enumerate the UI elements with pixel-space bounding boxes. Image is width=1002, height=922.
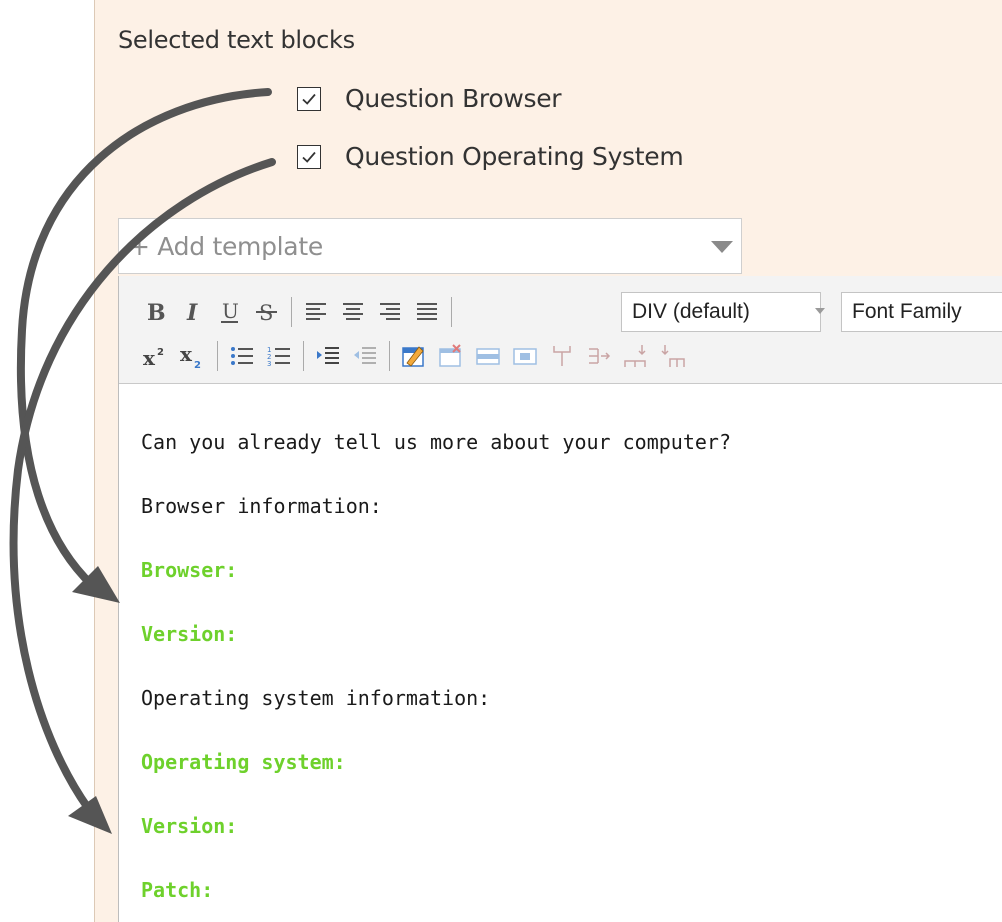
- block-format-value: DIV (default): [632, 300, 750, 323]
- delete-table-icon[interactable]: [434, 339, 468, 373]
- justify-icon[interactable]: [410, 295, 444, 329]
- text-block-label: Question Operating System: [345, 142, 684, 171]
- add-template-placeholder: + Add template: [129, 232, 323, 261]
- insert-row-above-icon[interactable]: [619, 339, 653, 373]
- insert-table-icon[interactable]: [397, 339, 431, 373]
- text-block-question-operating-system[interactable]: Question Operating System: [297, 142, 684, 171]
- placeholder-field-version: Version:: [141, 814, 238, 838]
- subscript-icon[interactable]: x2: [176, 339, 210, 373]
- svg-text:2: 2: [194, 360, 201, 369]
- placeholder-field-version: Version:: [141, 622, 238, 646]
- svg-text:2: 2: [157, 347, 164, 358]
- insert-column-after-icon[interactable]: [582, 339, 616, 373]
- italic-icon[interactable]: I: [176, 295, 210, 329]
- cell-properties-icon[interactable]: [508, 339, 542, 373]
- svg-text:x: x: [143, 346, 156, 369]
- text-block-label: Question Browser: [345, 84, 562, 113]
- split-cells-icon[interactable]: [545, 339, 579, 373]
- rich-text-editor[interactable]: B I U S: [118, 276, 1002, 922]
- superscript-icon[interactable]: x2: [139, 339, 173, 373]
- placeholder-field-browser: Browser:: [141, 558, 238, 582]
- checkbox-checked-icon[interactable]: [297, 144, 321, 169]
- toolbar-divider: [217, 341, 218, 371]
- toolbar-divider: [291, 297, 292, 327]
- row-properties-icon[interactable]: [471, 339, 505, 373]
- align-left-icon[interactable]: [299, 295, 333, 329]
- placeholder-field-operating-system: Operating system:: [141, 750, 346, 774]
- svg-text:B: B: [147, 300, 166, 325]
- section-title: Selected text blocks: [118, 26, 355, 54]
- underline-icon[interactable]: U: [213, 295, 247, 329]
- align-right-icon[interactable]: [373, 295, 407, 329]
- svg-text:U: U: [222, 299, 239, 323]
- align-center-icon[interactable]: [336, 295, 370, 329]
- indent-icon[interactable]: [311, 339, 345, 373]
- outdent-icon[interactable]: [348, 339, 382, 373]
- toolbar-divider: [389, 341, 390, 371]
- editor-line: Operating system information:: [141, 686, 491, 710]
- toolbar-divider: [303, 341, 304, 371]
- placeholder-field-patch: Patch:: [141, 878, 214, 902]
- numbered-list-icon[interactable]: 123: [262, 339, 296, 373]
- svg-text:3: 3: [267, 360, 271, 368]
- block-format-select[interactable]: DIV (default): [621, 292, 821, 332]
- text-block-question-browser[interactable]: Question Browser: [297, 84, 562, 113]
- checkbox-checked-icon[interactable]: [297, 86, 321, 111]
- font-family-select[interactable]: Font Family: [841, 292, 1002, 332]
- add-template-select[interactable]: + Add template: [118, 218, 742, 274]
- editor-toolbar: B I U S: [119, 276, 1002, 384]
- toolbar-row-formatting: B I U S: [139, 292, 459, 332]
- strikethrough-icon[interactable]: S: [250, 295, 284, 329]
- editor-line: Browser information:: [141, 494, 382, 518]
- toolbar-row-insert: x2 x2 123: [139, 336, 693, 376]
- bullet-list-icon[interactable]: [225, 339, 259, 373]
- toolbar-divider: [451, 297, 452, 327]
- svg-text:I: I: [186, 300, 198, 325]
- chevron-down-icon[interactable]: [815, 308, 825, 314]
- chevron-down-icon[interactable]: [711, 241, 733, 253]
- font-family-value: Font Family: [852, 300, 962, 323]
- insert-row-below-icon[interactable]: [656, 339, 690, 373]
- editor-line: Can you already tell us more about your …: [141, 430, 732, 454]
- bold-icon[interactable]: B: [139, 295, 173, 329]
- svg-text:x: x: [180, 343, 193, 366]
